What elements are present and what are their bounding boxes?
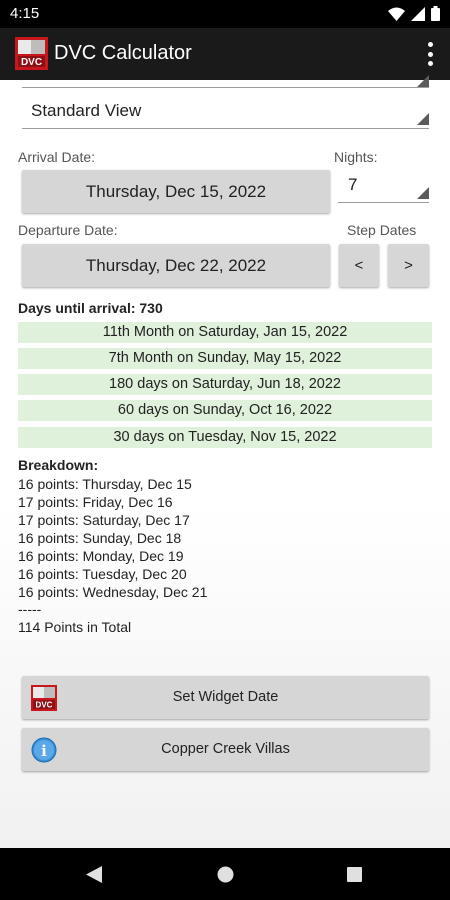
milestone-row: 30 days on Tuesday, Nov 15, 2022 (18, 427, 432, 448)
milestone-row: 180 days on Saturday, Jun 18, 2022 (18, 374, 432, 395)
set-widget-date-label: Set Widget Date (172, 689, 279, 705)
home-icon[interactable] (217, 866, 234, 888)
departure-label: Departure Date: (18, 222, 118, 238)
status-time: 4:15 (10, 5, 40, 22)
resort-info-label: Copper Creek Villas (161, 741, 290, 757)
view-spinner-value: Standard View (31, 101, 142, 120)
navigation-bar (0, 848, 450, 900)
set-widget-date-button[interactable]: DVC Set Widget Date (22, 676, 429, 719)
status-icons (388, 6, 440, 26)
svg-text:DVC: DVC (21, 57, 42, 68)
overflow-menu-icon[interactable] (426, 42, 434, 66)
breakdown-line: 16 points: Wednesday, Dec 21 (18, 584, 208, 600)
recents-icon[interactable] (347, 867, 362, 887)
days-until-arrival: Days until arrival: 730 (18, 300, 163, 316)
nights-label: Nights: (334, 149, 378, 165)
nights-spinner[interactable]: 7 (338, 172, 429, 202)
cellular-icon (411, 6, 425, 26)
step-dates-label: Step Dates (347, 222, 417, 238)
view-spinner[interactable]: Standard View (22, 98, 429, 128)
breakdown-line: 16 points: Sunday, Dec 18 (18, 530, 182, 546)
arrival-label: Arrival Date: (18, 149, 96, 165)
spinner-arrow-icon (417, 113, 429, 125)
wifi-icon (388, 7, 405, 26)
dvc-logo-icon: DVC (15, 37, 48, 70)
breakdown-line: 16 points: Tuesday, Dec 20 (18, 566, 187, 582)
breakdown-line: 16 points: Monday, Dec 19 (18, 548, 184, 564)
breakdown-line: 17 points: Friday, Dec 16 (18, 494, 173, 510)
milestone-row: 60 days on Sunday, Oct 16, 2022 (18, 400, 432, 421)
step-back-button[interactable]: < (339, 244, 379, 287)
spinner-underline (22, 128, 429, 129)
step-forward-button[interactable]: > (388, 244, 429, 287)
back-icon[interactable] (86, 866, 102, 888)
resort-info-button[interactable]: i Copper Creek Villas (22, 728, 429, 771)
breakdown-heading: Breakdown: (18, 457, 99, 473)
spinner-arrow-icon (417, 187, 429, 199)
battery-icon (431, 6, 440, 26)
spinner-underline (22, 87, 429, 88)
breakdown-total: 114 Points in Total (18, 619, 132, 635)
arrival-date-button[interactable]: Thursday, Dec 15, 2022 (22, 170, 330, 213)
departure-date-button[interactable]: Thursday, Dec 22, 2022 (22, 244, 330, 287)
breakdown-line: 17 points: Saturday, Dec 17 (18, 512, 190, 528)
app-title: DVC Calculator (54, 42, 192, 64)
breakdown-separator: ----- (18, 601, 42, 617)
nights-value: 7 (348, 175, 358, 194)
content-area: Standard View Arrival Date: Nights: Thur… (0, 75, 450, 848)
spinner-underline (338, 202, 429, 203)
app-bar: DVC DVC Calculator (0, 28, 450, 80)
breakdown-line: 16 points: Thursday, Dec 15 (18, 476, 192, 492)
spinner-arrow-icon (417, 75, 429, 87)
milestone-row: 7th Month on Sunday, May 15, 2022 (18, 348, 432, 369)
status-bar: 4:15 (0, 0, 450, 28)
milestone-row: 11th Month on Saturday, Jan 15, 2022 (18, 322, 432, 343)
